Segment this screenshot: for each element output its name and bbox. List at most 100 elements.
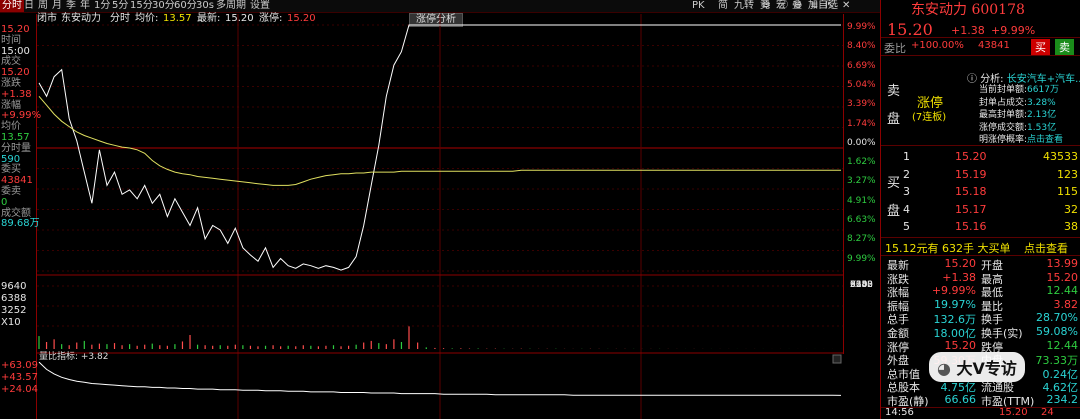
left-info-3: 成交 <box>1 56 21 68</box>
sell-side-label-2: 盘 <box>887 112 901 127</box>
bid-price[interactable]: 15.19 <box>955 168 987 181</box>
sell-button[interactable]: 卖 <box>1055 39 1074 55</box>
bid-price[interactable]: 15.18 <box>955 185 987 198</box>
stat-value: 15.20 <box>944 257 977 270</box>
left-info-0: 15.20 <box>1 24 30 35</box>
left-info-9: 均价 <box>1 121 21 133</box>
seal-row: 涨停成交额:1.53亿 <box>979 120 1056 133</box>
seal-row: 最高封单额:2.13亿 <box>979 107 1056 120</box>
left-info-4: 15.20 <box>1 67 30 79</box>
seal-value: 1.53亿 <box>1027 122 1057 133</box>
left-info-18: 89.68万 <box>1 218 40 230</box>
ratio-tick-2: +24.04 <box>1 384 39 395</box>
stat-value: 15.20 <box>1046 270 1079 284</box>
tool-button-0[interactable]: PK <box>690 0 707 12</box>
seal-value: 2.13亿 <box>1027 110 1057 120</box>
stat-value: 66.66 <box>944 393 977 406</box>
period-tab-5[interactable]: 年 <box>78 0 92 12</box>
stat-value: 234.2 <box>1046 393 1079 406</box>
left-info-14: 43841 <box>1 175 33 187</box>
ratio-indicator-label: 量比指标: +3.82 <box>39 350 108 362</box>
bid-price[interactable]: 15.16 <box>955 220 987 233</box>
chart-collapse-button[interactable] <box>832 354 842 364</box>
left-info-12: 590 <box>1 153 21 165</box>
left-info-7: 涨幅 <box>1 99 21 111</box>
big-order-volume: 632手 <box>942 242 974 255</box>
seal-key: 封单占成交: <box>979 97 1028 108</box>
stat-value: 15.20 <box>944 338 977 352</box>
period-tab-12[interactable]: 多周期 <box>214 0 248 12</box>
period-tab-0[interactable]: 分时 <box>0 0 24 12</box>
bid-price[interactable]: 15.20 <box>955 150 987 163</box>
seal-value: 3.28% <box>1027 97 1056 108</box>
buy-side-label-1: 买 <box>887 176 901 191</box>
panel-stock-code: 600178 <box>971 2 1025 18</box>
ratio-tick-0: +63.09 <box>1 360 39 371</box>
period-tab-4[interactable]: 季 <box>64 0 78 12</box>
pct-tick-7: 1.62% <box>847 157 876 168</box>
minimize-icon[interactable]: ⊖ <box>792 0 804 12</box>
sell-side-label-1: 卖 <box>887 84 901 99</box>
pct-tick-0: 9.99% <box>847 22 876 32</box>
left-info-10: 13.57 <box>1 131 30 143</box>
pct-tick-1: 8.40% <box>847 41 876 52</box>
stat-value: 12.44 <box>1046 338 1079 352</box>
big-order-price: 15.12元有 <box>885 242 939 255</box>
seal-key: 涨停成交额: <box>979 122 1028 133</box>
panel-change: +1.38 <box>951 24 985 37</box>
big-order-bar[interactable]: 15.12元有 632手 大买单 点击查看 <box>885 240 1068 256</box>
seal-row[interactable]: 明涨停概率:点击查看 <box>979 132 1063 145</box>
period-tab-11[interactable]: 30s <box>194 0 216 12</box>
seal-key: 明涨停概率: <box>979 135 1028 145</box>
tick-time: 14:56 <box>885 407 914 418</box>
weibi-value: +100.00% <box>911 40 964 51</box>
pct-tick-2: 6.69% <box>847 60 876 71</box>
bid-level: 2 <box>903 167 910 181</box>
volume-axis-left-0: 9640 <box>1 281 27 292</box>
ratio-tick-1: +43.57 <box>1 372 39 383</box>
period-tab-3[interactable]: 月 <box>50 0 64 12</box>
close-icon[interactable]: ✕ <box>840 0 852 12</box>
limit-up-streak: (7连板) <box>912 112 947 123</box>
pct-tick-11: 8.27% <box>847 234 876 245</box>
info-icon[interactable]: ⓧ <box>776 0 790 12</box>
big-order-link[interactable]: 点击查看 <box>1024 242 1068 255</box>
tool-button-1[interactable]: 简 <box>716 0 730 12</box>
pct-tick-4: 3.39% <box>847 99 876 110</box>
tick-row: 14:56 <box>885 407 914 418</box>
bid-volume: 38 <box>1064 220 1078 233</box>
settings-icon[interactable]: ⚙ <box>760 0 773 12</box>
left-info-5: 涨跌 <box>1 77 21 89</box>
seal-row: 当前封单额:6617万 <box>979 82 1059 95</box>
pct-tick-10: 6.63% <box>847 215 876 225</box>
ratio-axis-left: +63.09 +43.57 +24.04 <box>1 360 38 396</box>
buy-button[interactable]: 买 <box>1031 39 1050 55</box>
left-info-1: 时间 <box>1 34 21 46</box>
pct-tick-8: 3.27% <box>847 176 876 187</box>
volume-axis-left-3: X10 <box>1 317 21 328</box>
wechat-icon: ◕ <box>937 359 951 378</box>
intraday-chart[interactable]: 量比指标: +3.82 <box>37 14 843 419</box>
period-tab-2[interactable]: 周 <box>36 0 50 12</box>
panel-change-pct: +9.99% <box>991 24 1036 37</box>
watermark: ◕ 大V专访 <box>929 352 1025 382</box>
weicha-value: 43841 <box>978 40 1010 51</box>
tool-button-2[interactable]: 九转 <box>732 0 756 12</box>
stat-value: 59.08% <box>1036 325 1078 338</box>
stat-value: +9.99% <box>931 284 976 298</box>
left-info-15: 委卖 <box>1 185 21 197</box>
big-order-label: 大买单 <box>977 242 1011 255</box>
bid-price[interactable]: 15.17 <box>955 203 987 216</box>
stat-value: 13.99 <box>1046 257 1079 270</box>
tick-volume: 24 <box>1041 407 1054 418</box>
left-info-6: +1.38 <box>1 88 32 100</box>
stat-value: 19.97% <box>934 297 976 311</box>
left-info-16: 0 <box>1 196 8 208</box>
pct-tick-9: 4.91% <box>847 195 876 206</box>
stat-value: 3.82 <box>1053 297 1079 311</box>
period-tab-1[interactable]: 日 <box>22 0 36 12</box>
period-tab-13[interactable]: 设置 <box>248 0 272 12</box>
restore-icon[interactable]: ⇱ <box>824 0 836 12</box>
menu-icon[interactable]: ≡ <box>808 0 820 12</box>
analysis-icon: ⓘ <box>967 74 977 85</box>
